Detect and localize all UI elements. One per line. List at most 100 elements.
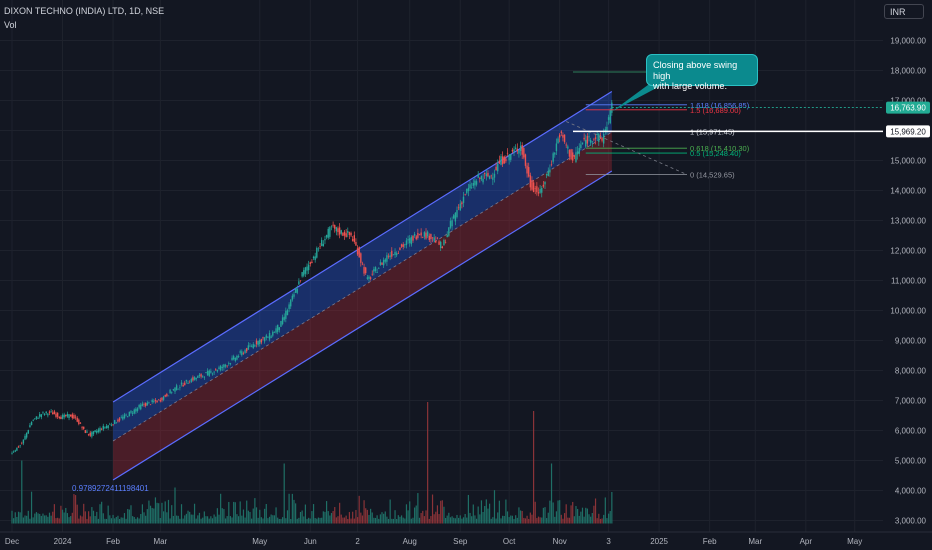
candle-body	[263, 337, 266, 342]
volume-bar	[557, 500, 559, 524]
candle-body	[234, 358, 237, 361]
volume-bar	[505, 499, 507, 524]
candle-body	[490, 175, 492, 177]
volume-bar	[42, 513, 44, 524]
volume-bar	[506, 511, 509, 524]
candle-body	[479, 177, 481, 179]
candle-body	[395, 253, 398, 256]
candle-body	[58, 416, 60, 419]
candle-body	[280, 321, 282, 327]
price-axis-panel[interactable]	[883, 0, 932, 532]
candle-body	[223, 364, 225, 368]
annotation-callout[interactable]: Closing above swing high with large volu…	[646, 54, 758, 91]
channel-lower-line[interactable]	[112, 170, 613, 481]
volume-bar	[427, 402, 429, 524]
candle-body	[102, 425, 104, 430]
price-axis-tick: 6,000.00	[895, 427, 927, 436]
candle-body	[140, 404, 142, 410]
candle-body	[404, 244, 406, 246]
candle-body	[275, 328, 277, 333]
volume-bar	[208, 518, 210, 524]
candle-body	[60, 416, 62, 420]
candle-body	[425, 232, 427, 239]
price-chart[interactable]: 0.97892724111984011.618 (16,856.85)1.5 (…	[0, 0, 932, 550]
candle-body	[487, 172, 489, 177]
annotation-line-2: with large volume.	[653, 81, 728, 91]
volume-bar	[484, 506, 486, 524]
volume-bar	[366, 509, 368, 524]
volume-bar	[40, 515, 42, 524]
volume-bar	[469, 512, 471, 524]
volume-bar	[244, 517, 246, 524]
candle-body	[594, 137, 597, 139]
price-axis-tick: 19,000.00	[890, 37, 926, 46]
volume-bar	[19, 512, 21, 524]
volume-bar	[607, 513, 610, 524]
candle-body	[192, 377, 194, 381]
price-axis-tick: 13,000.00	[890, 217, 926, 226]
candle-body	[17, 446, 20, 448]
candle-body	[298, 281, 300, 285]
volume-bar	[598, 513, 600, 524]
volume-bar	[544, 507, 546, 524]
candle-body	[596, 133, 598, 136]
volume-bar	[409, 501, 411, 524]
volume-bar	[335, 517, 337, 524]
volume-bar	[378, 518, 380, 524]
candle-body	[45, 411, 47, 414]
candle-body	[216, 369, 219, 372]
channel-upper-line[interactable]	[112, 90, 613, 403]
candle-body	[438, 241, 440, 245]
candle-body	[532, 182, 535, 193]
volume-bar	[350, 518, 352, 524]
candle-body	[115, 422, 118, 424]
volume-bar	[221, 508, 223, 524]
volume-bar	[533, 411, 535, 524]
volume-bar	[24, 515, 26, 524]
volume-bar	[523, 517, 525, 524]
candle-body	[400, 244, 403, 247]
candle-body	[156, 400, 158, 403]
candle-body	[531, 180, 533, 190]
candle-body	[555, 143, 558, 152]
candle-body	[581, 142, 584, 145]
currency-selector[interactable]: INR	[884, 4, 924, 19]
volume-bar	[466, 517, 468, 524]
volume-bar	[213, 514, 215, 524]
candle-body	[286, 310, 289, 316]
candle-body	[578, 147, 580, 154]
volume-bar	[101, 501, 103, 524]
volume-bar	[319, 517, 321, 524]
candle-body	[338, 227, 341, 235]
candle-body	[250, 346, 253, 347]
volume-bar	[493, 490, 496, 524]
volume-bar	[104, 518, 106, 524]
volume-bar	[246, 500, 248, 524]
volume-bar	[200, 518, 202, 524]
volume-bar	[308, 517, 310, 524]
volume-bar	[599, 518, 602, 524]
volume-bar	[586, 508, 588, 524]
candle-body	[330, 226, 333, 228]
candle-body	[97, 429, 100, 433]
candle-body	[40, 414, 43, 418]
candle-body	[539, 189, 541, 193]
volume-bar	[312, 504, 315, 524]
volume-bar	[570, 505, 572, 524]
candle-body	[446, 234, 448, 238]
volume-bar	[107, 505, 109, 524]
volume-bar	[394, 510, 396, 524]
candle-body	[30, 421, 33, 426]
candle-body	[557, 138, 559, 144]
candle-body	[25, 432, 28, 438]
volume-bar	[542, 507, 544, 524]
candle-body	[588, 136, 590, 138]
volume-bar	[550, 463, 553, 524]
volume-bar	[224, 518, 227, 524]
volume-bar	[189, 511, 191, 524]
volume-bar	[316, 518, 318, 524]
candle-body	[337, 228, 339, 233]
candle-body	[285, 310, 287, 319]
candle-body	[498, 160, 501, 164]
volume-bar	[145, 515, 147, 524]
